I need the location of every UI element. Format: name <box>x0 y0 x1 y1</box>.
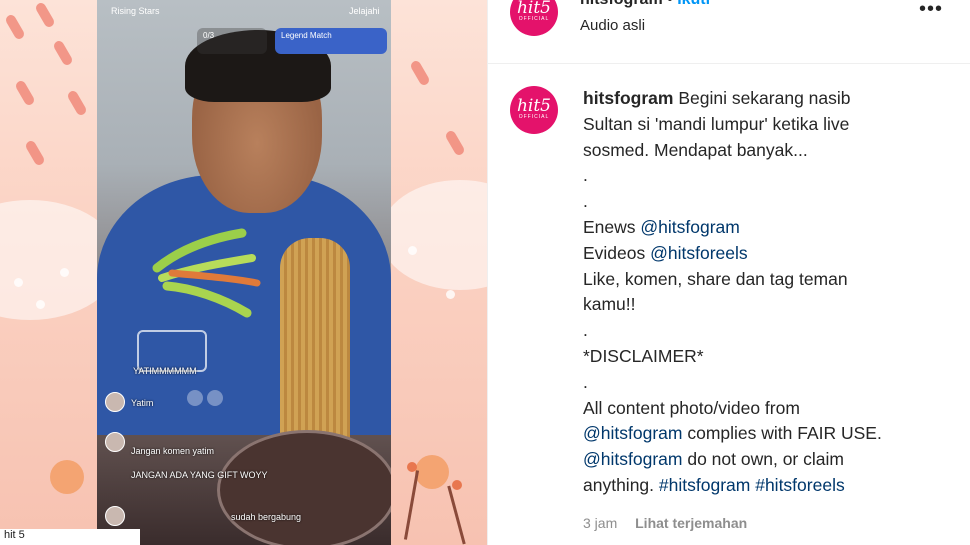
live-explore-label[interactable]: Jelajahi <box>349 6 380 16</box>
caption-line: @hitsfogram do not own, or claim <box>583 447 953 473</box>
caption-username[interactable]: hitsfogram <box>583 88 673 108</box>
caption-text: Enews <box>583 216 636 237</box>
decor-petal <box>4 13 26 41</box>
decor-petal <box>444 129 466 157</box>
live-comment: Yatim <box>131 398 154 408</box>
caption-dot: . <box>583 320 588 341</box>
caption-line: Enews @hitsfogram <box>583 215 953 241</box>
avatar-logo-text: hit5 <box>516 0 552 18</box>
post-side-panel: hit5 OFFICIAL hitsfogram • Ikuti Audio a… <box>487 0 970 545</box>
caption-text: Like, komen, share dan tag teman <box>583 268 848 289</box>
header-user-line: hitsfogram • Ikuti <box>580 0 710 9</box>
live-comment: sudah bergabung <box>231 512 302 522</box>
audio-label[interactable]: Audio asli <box>580 17 645 34</box>
live-category-label: Rising Stars <box>111 6 160 16</box>
post-header: hit5 OFFICIAL hitsfogram • Ikuti Audio a… <box>488 0 970 64</box>
decor-stem-tip <box>407 462 417 472</box>
mention-link[interactable]: @hitsforeels <box>650 243 748 263</box>
caption-line: hitsfogram Begini sekarang nasib <box>583 86 953 112</box>
decor-stem <box>403 470 420 540</box>
hashtag-link[interactable]: #hitsfogram <box>659 475 750 495</box>
caption-dot: . <box>583 191 588 212</box>
caption-dot: . <box>583 165 588 186</box>
live-comment: Jangan komen yatim <box>131 446 215 456</box>
decor-dot <box>60 268 69 277</box>
mention-link[interactable]: @hitsfogram <box>583 449 682 469</box>
live-comment-avatar <box>105 506 125 526</box>
decor-petal <box>52 39 74 67</box>
header-username[interactable]: hitsfogram <box>580 0 663 8</box>
live-match-title: Legend Match <box>281 31 332 40</box>
mention-link[interactable]: @hitsfogram <box>583 423 682 443</box>
live-counter: 0/3 <box>197 28 267 54</box>
video-chilies <box>152 228 261 318</box>
post-timestamp[interactable]: 3 jam <box>583 515 617 531</box>
more-icon[interactable]: ••• <box>916 0 946 22</box>
caption-text: All content photo/video from <box>583 397 800 418</box>
caption-text: complies with FAIR USE. <box>687 423 882 444</box>
post-caption: hitsfogram Begini sekarang nasib Sultan … <box>583 86 953 499</box>
live-reaction-icon <box>207 390 223 406</box>
live-video-frame[interactable]: Rising Stars Jelajahi 0/3 Legend Match Y… <box>97 0 391 545</box>
caption-avatar[interactable]: hit5 OFFICIAL <box>510 86 558 134</box>
avatar-logo-sub: OFFICIAL <box>518 114 550 120</box>
caption-text: anything. <box>583 474 655 495</box>
caption-line: Evideos @hitsforeels <box>583 241 953 267</box>
caption-line: anything. #hitsfogram #hitsforeels <box>583 473 953 499</box>
post-media[interactable]: Rising Stars Jelajahi 0/3 Legend Match Y… <box>0 0 487 545</box>
live-reaction-icon <box>187 390 203 406</box>
mention-link[interactable]: @hitsfogram <box>640 217 739 237</box>
decor-petal <box>14 79 36 107</box>
media-watermark-label: hit 5 <box>0 529 140 545</box>
caption-line: @hitsfogram complies with FAIR USE. <box>583 421 953 447</box>
caption-dot: . <box>583 371 588 392</box>
caption-text: Sultan si 'mandi lumpur' ketika live <box>583 113 850 134</box>
video-bowl <box>217 430 391 545</box>
live-comment: JANGAN ADA YANG GIFT WOYY <box>131 470 268 480</box>
decor-wave <box>380 180 487 290</box>
hashtag-link[interactable]: #hitsforeels <box>755 475 845 495</box>
caption-text: do not own, or claim <box>687 449 844 470</box>
live-comment: YATIMMMMMM <box>133 366 197 376</box>
decor-flower <box>415 455 449 489</box>
header-separator: • <box>667 0 673 8</box>
live-match-banner[interactable]: Legend Match <box>275 28 387 54</box>
follow-button[interactable]: Ikuti <box>677 0 710 8</box>
caption-text: sosmed. Mendapat banyak... <box>583 139 808 160</box>
decor-petal <box>24 139 46 167</box>
caption-text: kamu!! <box>583 294 636 315</box>
decor-dot <box>36 300 45 309</box>
decor-flower <box>50 460 84 494</box>
see-translation-button[interactable]: Lihat terjemahan <box>635 515 747 531</box>
header-avatar[interactable]: hit5 OFFICIAL <box>510 0 558 36</box>
caption-meta: 3 jam Lihat terjemahan <box>583 515 747 531</box>
decor-dot <box>446 290 455 299</box>
video-noodles <box>280 238 350 448</box>
caption-text: Begini sekarang nasib <box>678 88 851 108</box>
caption-text: *DISCLAIMER* <box>583 345 704 366</box>
avatar-logo-text: hit5 <box>516 96 552 116</box>
decor-petal <box>66 89 88 117</box>
caption-text: Evideos <box>583 242 646 263</box>
decor-stem <box>447 485 466 545</box>
decor-dot <box>14 278 23 287</box>
live-comment-avatar <box>105 392 125 412</box>
decor-petal <box>34 1 56 29</box>
live-counter-value: 0/3 <box>203 31 215 40</box>
live-comment-avatar <box>105 432 125 452</box>
decor-stem-tip <box>452 480 462 490</box>
avatar-logo-sub: OFFICIAL <box>518 16 550 22</box>
decor-dot <box>408 246 417 255</box>
decor-petal <box>409 59 431 87</box>
